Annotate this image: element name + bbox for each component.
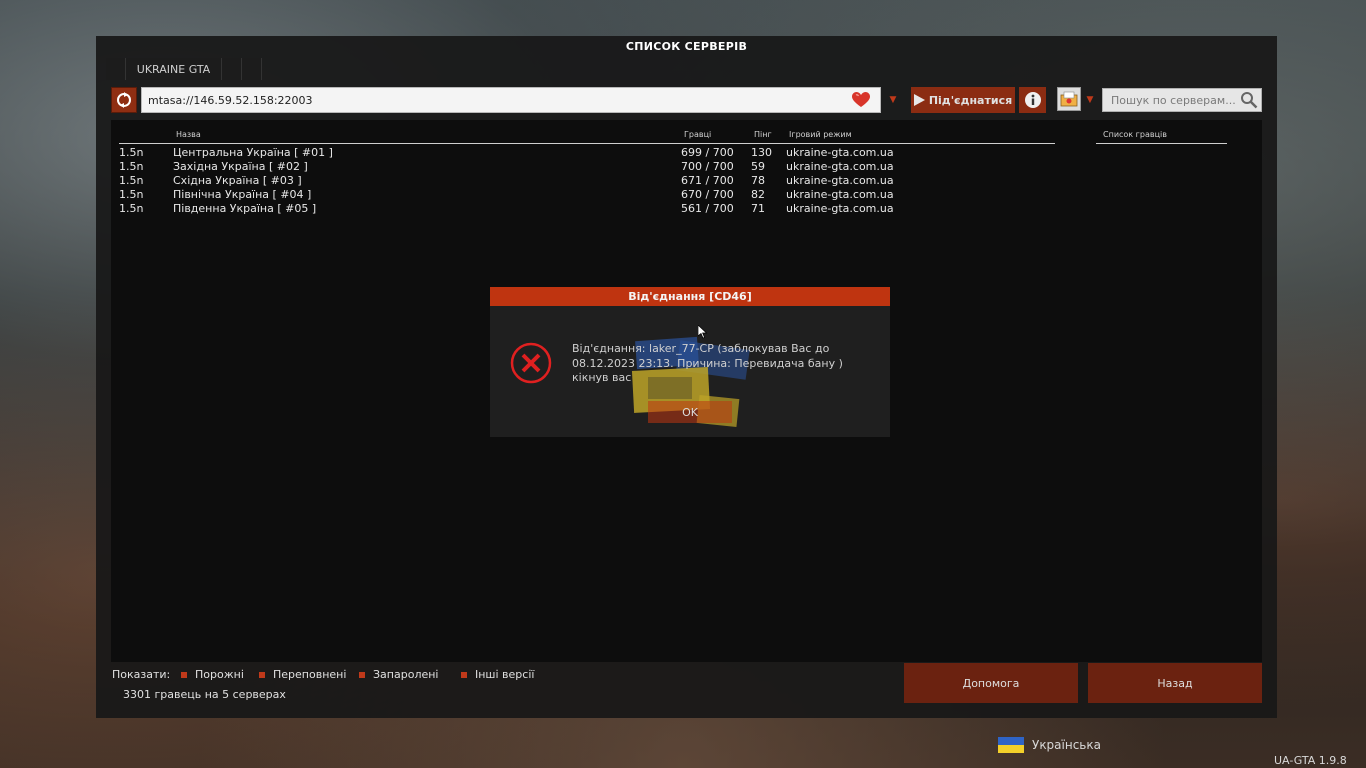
- server-name: Східна Україна [ #03 ]: [173, 174, 302, 187]
- tab-spacer: [242, 58, 262, 80]
- server-mode: ukraine-gta.com.ua: [786, 188, 894, 201]
- server-name: Західна Україна [ #02 ]: [173, 160, 308, 173]
- player-stats: 3301 гравець на 5 серверах: [123, 688, 286, 701]
- server-name: Центральна Україна [ #01 ]: [173, 146, 333, 159]
- back-button[interactable]: Назад: [1088, 663, 1262, 703]
- server-version: 1.5n: [119, 202, 144, 215]
- help-button[interactable]: Допомога: [904, 663, 1078, 703]
- server-mode: ukraine-gta.com.ua: [786, 202, 894, 215]
- filter-label: Інші версії: [475, 668, 535, 681]
- tab-spacer: [106, 58, 126, 80]
- players-header-divider: [1096, 143, 1227, 144]
- refresh-icon: [117, 92, 131, 108]
- address-value: mtasa://146.59.52.158:22003: [148, 93, 313, 107]
- favorites-button[interactable]: [1057, 87, 1081, 111]
- server-players: 671 / 700: [681, 174, 734, 187]
- server-ping: 78: [751, 174, 765, 187]
- table-row[interactable]: 1.5n Центральна Україна [ #01 ] 699 / 70…: [119, 146, 1055, 160]
- filter-checkbox[interactable]: [461, 671, 467, 678]
- language-selector[interactable]: Українська: [998, 737, 1101, 753]
- column-header-name[interactable]: Назва: [176, 130, 201, 139]
- server-players: 699 / 700: [681, 146, 734, 159]
- filter-label: Порожні: [195, 668, 244, 681]
- server-version: 1.5n: [119, 160, 144, 173]
- filter-locked[interactable]: Запаролені: [359, 668, 438, 681]
- filter-full[interactable]: Переповнені: [259, 668, 346, 681]
- filter-other-versions[interactable]: Інші версії: [461, 668, 534, 681]
- favorites-icon: [1060, 91, 1078, 107]
- column-header-players[interactable]: Гравці: [684, 130, 711, 139]
- address-input[interactable]: mtasa://146.59.52.158:22003: [141, 87, 881, 113]
- history-dropdown-icon[interactable]: ▼: [884, 87, 902, 113]
- version-label: UA-GTA 1.9.8: [1274, 754, 1347, 767]
- server-rows: 1.5n Центральна Україна [ #01 ] 699 / 70…: [119, 146, 1055, 216]
- server-name: Південна Україна [ #05 ]: [173, 202, 317, 215]
- server-version: 1.5n: [119, 188, 144, 201]
- server-version: 1.5n: [119, 146, 144, 159]
- server-ping: 59: [751, 160, 765, 173]
- server-ping: 71: [751, 202, 765, 215]
- search-icon[interactable]: [1240, 91, 1258, 109]
- column-header-ping[interactable]: Пінг: [754, 130, 772, 139]
- ukraine-flag-icon: [998, 737, 1024, 753]
- tab-bar: UKRAINE GTA: [106, 58, 262, 80]
- tab-spacer: [222, 58, 242, 80]
- table-row[interactable]: 1.5n Східна Україна [ #03 ] 671 / 700 78…: [119, 174, 1055, 188]
- show-filters-label: Показати:: [112, 668, 171, 681]
- favorites-dropdown-icon[interactable]: ▼: [1084, 87, 1096, 113]
- server-ping: 82: [751, 188, 765, 201]
- server-mode: ukraine-gta.com.ua: [786, 160, 894, 173]
- dialog-message: Від'єднання: laker_77-CP (заблокував Вас…: [572, 342, 843, 384]
- column-header-mode[interactable]: Ігровий режим: [789, 130, 852, 139]
- table-row[interactable]: 1.5n Південна Україна [ #05 ] 561 / 700 …: [119, 202, 1055, 216]
- language-label: Українська: [1032, 738, 1101, 752]
- filter-label: Переповнені: [273, 668, 347, 681]
- play-icon: [913, 94, 925, 106]
- connect-label: Під'єднатися: [928, 93, 1013, 107]
- refresh-button[interactable]: [111, 87, 137, 113]
- heart-icon[interactable]: [852, 92, 870, 108]
- window-title: СПИСОК СЕРВЕРІВ: [625, 40, 748, 53]
- server-players: 561 / 700: [681, 202, 734, 215]
- search-placeholder: Пошук по серверам...: [1111, 93, 1236, 107]
- table-row[interactable]: 1.5n Західна Україна [ #02 ] 700 / 700 5…: [119, 160, 1055, 174]
- error-icon: [510, 342, 552, 384]
- filter-label: Запаролені: [373, 668, 439, 681]
- info-button[interactable]: [1019, 87, 1046, 113]
- filter-checkbox[interactable]: [259, 671, 265, 678]
- server-version: 1.5n: [119, 174, 144, 187]
- table-row[interactable]: 1.5n Північна Україна [ #04 ] 670 / 700 …: [119, 188, 1055, 202]
- server-players: 700 / 700: [681, 160, 734, 173]
- dialog-title: Від'єднання [CD46]: [490, 287, 890, 306]
- ok-button[interactable]: OK: [648, 401, 732, 423]
- filter-empty[interactable]: Порожні: [181, 668, 244, 681]
- server-ping: 130: [751, 146, 772, 159]
- mouse-cursor-icon: [698, 325, 708, 339]
- connect-button[interactable]: Під'єднатися: [911, 87, 1015, 113]
- server-mode: ukraine-gta.com.ua: [786, 174, 894, 187]
- server-players: 670 / 700: [681, 188, 734, 201]
- info-icon: [1024, 92, 1041, 108]
- server-mode: ukraine-gta.com.ua: [786, 146, 894, 159]
- search-input[interactable]: Пошук по серверам...: [1102, 88, 1262, 112]
- filter-checkbox[interactable]: [359, 671, 365, 678]
- tab-ukraine-gta[interactable]: UKRAINE GTA: [126, 58, 222, 80]
- disconnect-dialog: Від'єднання [CD46] Від'єднання: laker_77…: [490, 287, 890, 437]
- header-divider: [119, 143, 1055, 144]
- players-list-header: Список гравців: [1103, 130, 1167, 139]
- server-name: Північна Україна [ #04 ]: [173, 188, 312, 201]
- filter-checkbox[interactable]: [181, 671, 187, 678]
